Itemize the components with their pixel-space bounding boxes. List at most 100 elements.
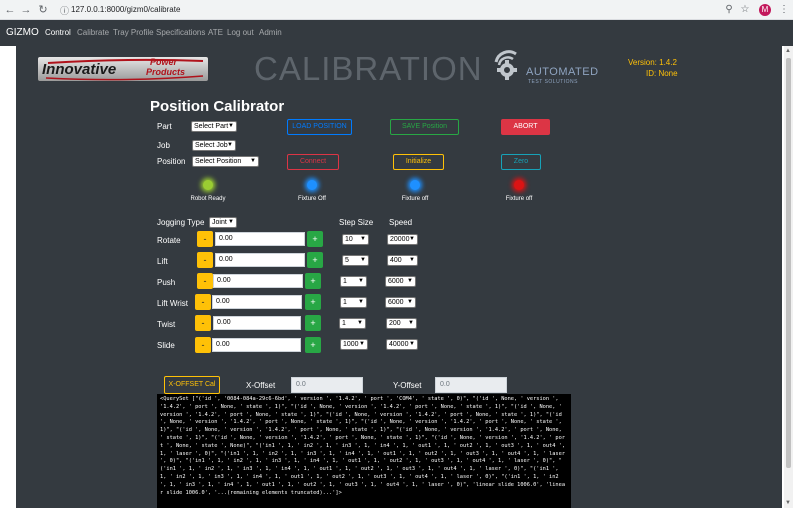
- forward-icon[interactable]: →: [19, 3, 33, 17]
- chevron-down-icon: ▼: [357, 320, 363, 326]
- fixture-off-label-1: Fixture Off: [298, 196, 326, 202]
- speed-select[interactable]: 40000 ▼: [386, 339, 418, 350]
- increment-button[interactable]: +: [305, 315, 321, 331]
- scroll-down-icon[interactable]: ▼: [785, 500, 791, 506]
- brand-link[interactable]: GIZMO: [6, 27, 39, 38]
- step-size-select[interactable]: 1000 ▼: [340, 339, 368, 350]
- increment-button[interactable]: +: [307, 252, 323, 268]
- speed-value: 40000: [389, 341, 409, 348]
- speed-select[interactable]: 6000 ▼: [385, 297, 416, 308]
- x-offset-input[interactable]: 0.0: [291, 377, 363, 393]
- page-title: CALIBRATION: [254, 50, 483, 87]
- nav-tray-profile[interactable]: Tray Profile: [113, 28, 154, 37]
- abort-button[interactable]: ABORT: [501, 119, 550, 135]
- zoom-icon[interactable]: ⚲: [722, 3, 736, 17]
- jogging-type-select[interactable]: Joint ▼: [209, 217, 237, 228]
- step-size-select[interactable]: 10 ▼: [342, 234, 369, 245]
- jog-label: Lift: [157, 257, 168, 266]
- speed-select[interactable]: 400 ▼: [387, 255, 418, 266]
- speed-header: Speed: [389, 218, 413, 227]
- back-icon[interactable]: ←: [3, 3, 17, 17]
- decrement-button[interactable]: -: [195, 294, 211, 310]
- decrement-button[interactable]: -: [197, 252, 213, 268]
- decrement-button[interactable]: -: [197, 231, 213, 247]
- save-position-button[interactable]: SAVE Position: [390, 119, 459, 135]
- push-value-input[interactable]: 0.00: [213, 274, 303, 288]
- chevron-down-icon: ▼: [228, 219, 234, 225]
- scroll-up-icon[interactable]: ▲: [785, 48, 791, 54]
- nav-specifications[interactable]: Specifications: [156, 28, 205, 37]
- fixture-off-led-icon: [410, 180, 420, 190]
- reload-icon[interactable]: ↻: [36, 3, 50, 17]
- job-select[interactable]: Select Job ▼: [192, 140, 236, 151]
- chevron-down-icon: ▼: [228, 123, 234, 129]
- speed-select[interactable]: 20000 ▼: [387, 234, 418, 245]
- step-value: 1: [342, 320, 346, 327]
- position-select[interactable]: Select Position ▼: [192, 156, 259, 167]
- connect-button[interactable]: Connect: [287, 154, 339, 170]
- step-value: 5: [345, 257, 349, 264]
- decrement-button[interactable]: -: [195, 315, 211, 331]
- console-output[interactable]: <QuerySet ["('id ', '0084-084a-29c6-6bd'…: [157, 394, 571, 508]
- robot-ready-led-icon: [203, 180, 213, 190]
- chevron-down-icon: ▼: [409, 341, 415, 347]
- jog-label: Rotate: [157, 236, 181, 245]
- zero-button[interactable]: Zero: [501, 154, 541, 170]
- nav-logout[interactable]: Log out: [227, 28, 254, 37]
- nav-ate[interactable]: ATE: [208, 28, 223, 37]
- position-select-value: Select Position: [195, 158, 242, 165]
- step-value: 10: [345, 236, 353, 243]
- info-icon[interactable]: ⓘ: [60, 4, 69, 17]
- initialize-button[interactable]: Initialize: [393, 154, 444, 170]
- chevron-down-icon: ▼: [359, 341, 365, 347]
- robot-ready-label: Robot Ready: [190, 196, 226, 202]
- lift-wrist-value-input[interactable]: 0.00: [212, 295, 302, 309]
- chevron-down-icon: ▼: [409, 257, 415, 263]
- profile-avatar[interactable]: M: [759, 4, 771, 16]
- step-size-select[interactable]: 1 ▼: [340, 297, 367, 308]
- chevron-down-icon: ▼: [409, 236, 415, 242]
- innovative-power-products-logo: Innovative Power Products: [38, 57, 208, 81]
- nav-admin[interactable]: Admin: [259, 28, 282, 37]
- lift-value-input[interactable]: 0.00: [215, 253, 305, 267]
- x-offset-cal-button[interactable]: X-OFFSET Cal: [164, 376, 220, 394]
- step-size-select[interactable]: 1 ▼: [340, 276, 367, 287]
- increment-button[interactable]: +: [305, 273, 321, 289]
- menu-kebab-icon[interactable]: ⋮: [777, 3, 791, 17]
- increment-button[interactable]: +: [305, 294, 321, 310]
- decrement-button[interactable]: -: [195, 337, 211, 353]
- step-size-header: Step Size: [339, 218, 374, 227]
- job-select-value: Select Job: [195, 142, 228, 149]
- part-select[interactable]: Select Part ▼: [191, 121, 237, 132]
- nav-control[interactable]: Control: [45, 28, 71, 37]
- logo-power-text: Power: [150, 57, 178, 67]
- rotate-value-input[interactable]: 0.00: [215, 232, 305, 246]
- decrement-button[interactable]: -: [197, 273, 213, 289]
- slide-value-input[interactable]: 0.00: [212, 338, 301, 352]
- jog-label: Slide: [157, 341, 175, 350]
- speed-value: 200: [389, 320, 401, 327]
- nav-calibrate[interactable]: Calibrate: [77, 28, 109, 37]
- browser-toolbar: ← → ↻ ⓘ 127.0.0.1:8000/gizm0/calibrate ⚲…: [0, 0, 793, 20]
- twist-value-input[interactable]: 0.00: [213, 316, 301, 330]
- speed-value: 400: [390, 257, 402, 264]
- load-position-button[interactable]: LOAD POSITION: [287, 119, 352, 135]
- version-text: Version: 1.4.2: [628, 58, 677, 67]
- increment-button[interactable]: +: [307, 231, 323, 247]
- chevron-down-icon: ▼: [227, 142, 233, 148]
- address-bar[interactable]: ⓘ 127.0.0.1:8000/gizm0/calibrate: [57, 2, 717, 18]
- scrollbar-thumb[interactable]: [786, 58, 791, 468]
- url-text: 127.0.0.1:8000/gizm0/calibrate: [71, 5, 181, 14]
- ats-logo-subtext: TEST SOLUTIONS: [528, 79, 578, 85]
- ats-logo-icon: [494, 50, 517, 80]
- increment-button[interactable]: +: [305, 337, 321, 353]
- speed-select[interactable]: 6000 ▼: [385, 276, 416, 287]
- y-offset-input[interactable]: 0.0: [435, 377, 507, 393]
- step-size-select[interactable]: 1 ▼: [339, 318, 366, 329]
- bookmark-star-icon[interactable]: ☆: [738, 3, 752, 17]
- speed-select[interactable]: 200 ▼: [386, 318, 417, 329]
- jogging-type-label: Jogging Type: [157, 218, 205, 227]
- step-size-select[interactable]: 5 ▼: [342, 255, 369, 266]
- jog-label: Lift Wrist: [157, 299, 188, 308]
- speed-value: 6000: [388, 299, 404, 306]
